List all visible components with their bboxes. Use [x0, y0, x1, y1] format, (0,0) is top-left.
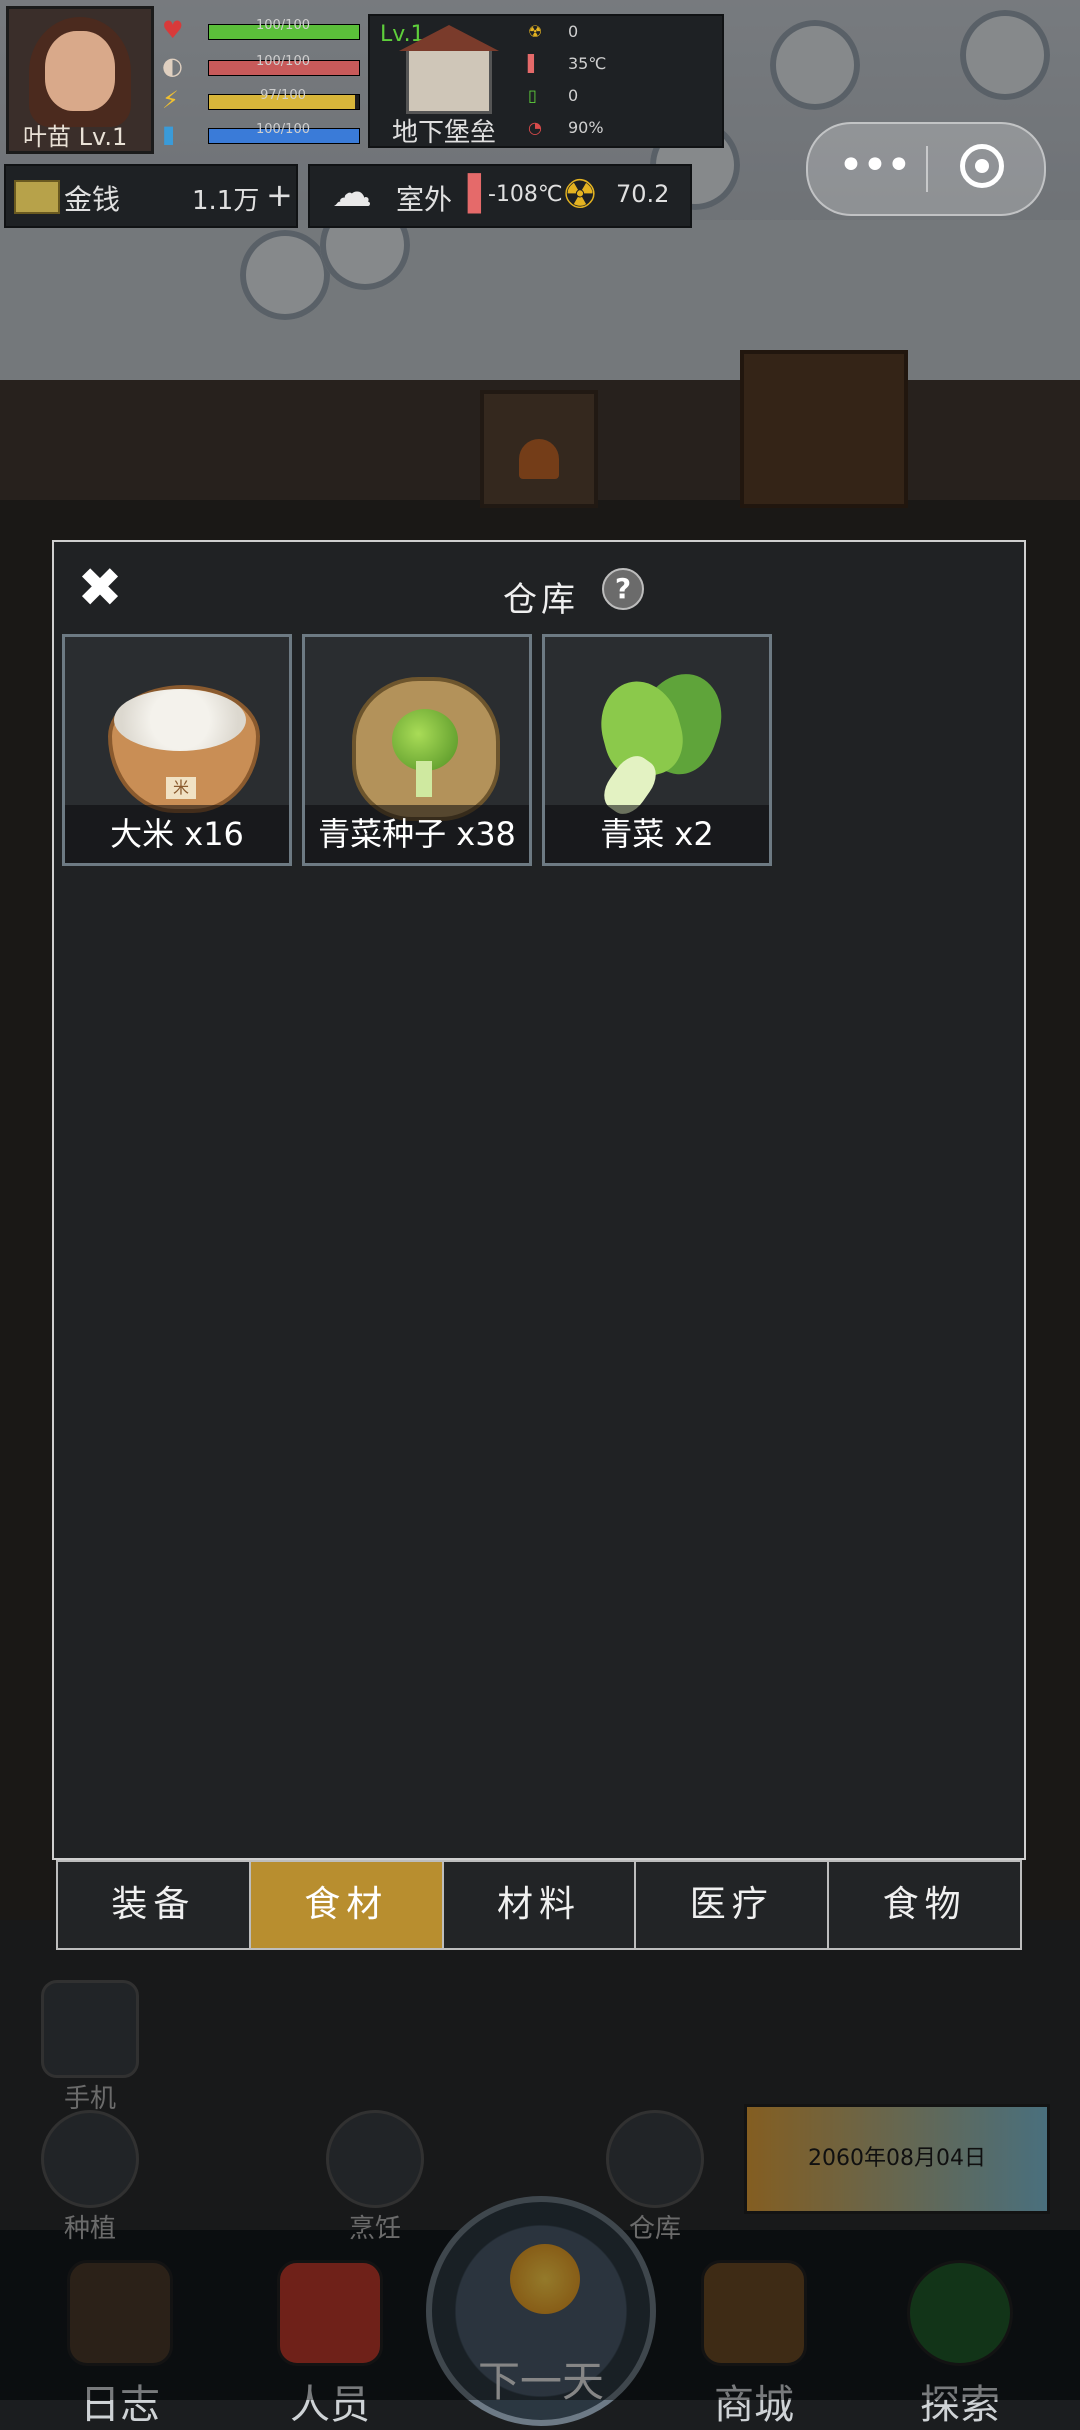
avatar-face — [45, 31, 115, 111]
hunger-text: 100/100 — [255, 54, 310, 69]
base-radiation: ☢ 0 — [528, 22, 578, 41]
money-value: 1.1万 — [192, 186, 260, 216]
seed-bag-icon — [340, 655, 500, 821]
heart-icon: ♥ — [162, 16, 184, 44]
category-tabs: 装备 食材 材料 医疗 食物 — [56, 1860, 1022, 1950]
item-slot-bokchoy[interactable]: 青菜 x2 — [542, 634, 772, 866]
environment-panel: ☁ 室外 ▌ -108℃ ☢ 70.2 — [308, 164, 692, 228]
energy-text: 97/100 — [260, 88, 306, 103]
rice-surface — [114, 689, 246, 751]
money-panel: 金钱 1.1万 + — [4, 164, 298, 228]
item-slot-seeds[interactable]: 青菜种子 x38 — [302, 634, 532, 866]
outdoor-label: 室外 — [396, 183, 453, 216]
tab-equipment[interactable]: 装备 — [58, 1862, 251, 1948]
item-slot-rice[interactable]: 米 大米 x16 — [62, 634, 292, 866]
broccoli-stem — [416, 761, 432, 797]
water-icon: ▮ — [162, 120, 176, 148]
radiation-icon: ☢ — [562, 172, 598, 218]
house-icon — [399, 25, 499, 114]
outdoor-temperature: -108℃ — [488, 182, 563, 207]
close-miniprogram-icon[interactable] — [960, 144, 1004, 188]
player-name-level: 叶苗 Lv.1 — [23, 117, 127, 152]
base-temperature-value: 35℃ — [568, 54, 607, 73]
capsule-divider — [926, 146, 928, 192]
hunger-stat: ◐ 100/100 — [162, 52, 360, 82]
base-temperature: ▌ 35℃ — [528, 54, 606, 73]
rice-basket-icon: 米 — [100, 655, 260, 815]
tab-medical[interactable]: 医疗 — [636, 1862, 830, 1948]
energy-icon: ⚡ — [162, 86, 179, 114]
player-avatar[interactable]: 叶苗 Lv.1 — [6, 6, 154, 154]
water-text: 100/100 — [255, 122, 310, 137]
base-battery-value: 0 — [568, 86, 579, 105]
player-level: Lv.1 — [78, 123, 128, 151]
cash-icon — [14, 180, 60, 214]
player-name: 叶苗 — [23, 123, 71, 151]
base-panel[interactable]: Lv.1 地下堡垒 ☢ 0 ▌ 35℃ ▯ 0 ◔ 90% — [368, 14, 724, 148]
item-label: 青菜 x2 — [600, 815, 714, 853]
outdoor-radiation: 70.2 — [616, 180, 670, 208]
base-battery: ▯ 0 — [528, 86, 578, 105]
energy-stat: ⚡ 97/100 — [162, 86, 360, 116]
miniprogram-capsule: ••• — [806, 122, 1046, 216]
radiation-icon: ☢ — [528, 22, 543, 41]
base-radiation-value: 0 — [568, 22, 579, 41]
more-icon[interactable]: ••• — [838, 138, 912, 198]
temperature-icon: ▌ — [528, 54, 541, 73]
snow-weather-icon: ☁ — [332, 170, 372, 216]
dialog-title: 仓库 — [503, 580, 579, 620]
item-label: 青菜种子 x38 — [318, 815, 516, 853]
warehouse-dialog: ✖ 仓库 ? 米 大米 x16 青菜种子 x38 青菜 x2 — [52, 540, 1026, 1860]
base-storage-value: 90% — [568, 118, 604, 137]
water-stat: ▮ 100/100 — [162, 120, 360, 150]
tab-food[interactable]: 食物 — [829, 1862, 1020, 1948]
tab-materials[interactable]: 材料 — [444, 1862, 637, 1948]
battery-icon: ▯ — [528, 86, 537, 105]
base-storage: ◔ 90% — [528, 118, 604, 137]
health-stat: ♥ 100/100 — [162, 16, 360, 46]
help-icon[interactable]: ? — [602, 568, 644, 610]
health-text: 100/100 — [255, 18, 310, 33]
item-label: 大米 x16 — [110, 815, 244, 853]
add-money-button[interactable]: + — [266, 176, 293, 214]
base-name: 地下堡垒 — [392, 118, 497, 148]
stomach-icon: ◐ — [162, 52, 183, 80]
rice-tag: 米 — [166, 777, 196, 799]
tab-ingredients[interactable]: 食材 — [250, 1862, 444, 1948]
money-label: 金钱 — [64, 183, 121, 216]
bok-choy-icon — [580, 655, 740, 822]
pie-icon: ◔ — [528, 118, 542, 137]
